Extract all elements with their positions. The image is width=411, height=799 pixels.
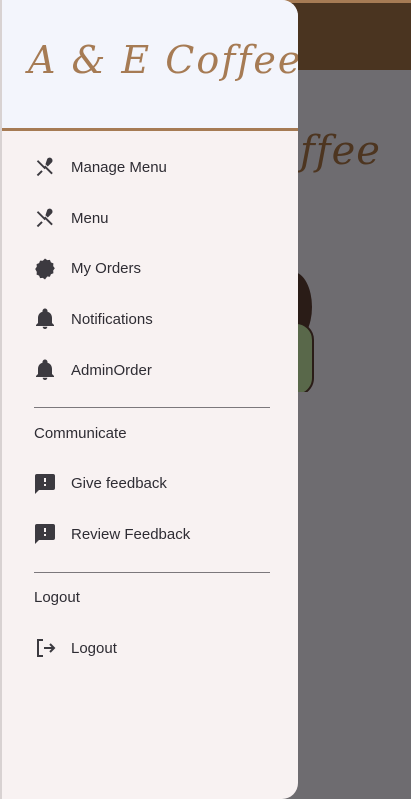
bell-icon <box>33 307 57 331</box>
logout-icon <box>33 636 57 660</box>
section-title-logout: Logout <box>34 589 80 607</box>
menu-item-logout[interactable]: Logout <box>2 623 298 674</box>
drawer-menu: Manage Menu Menu My Orders Notifications… <box>2 142 298 674</box>
menu-item-label: Menu <box>71 209 109 227</box>
menu-item-review-feedback[interactable]: Review Feedback <box>2 509 298 560</box>
menu-item-label: My Orders <box>71 260 142 278</box>
menu-item-label: Manage Menu <box>71 158 167 176</box>
menu-item-admin-order[interactable]: AdminOrder <box>2 345 298 396</box>
menu-item-label: AdminOrder <box>71 361 152 379</box>
brand-logo-text: A & E Coffee <box>28 38 298 82</box>
bell-icon <box>33 358 57 382</box>
menu-item-manage-menu[interactable]: Manage Menu <box>2 142 298 193</box>
menu-item-notifications[interactable]: Notifications <box>2 294 298 345</box>
badge-icon <box>33 257 57 281</box>
utensils-icon <box>33 155 57 179</box>
section-title-communicate: Communicate <box>34 424 127 442</box>
menu-item-label: Notifications <box>71 310 153 328</box>
menu-item-my-orders[interactable]: My Orders <box>2 243 298 294</box>
feedback-icon <box>33 472 57 496</box>
navigation-drawer: A & E Coffee Manage Menu Menu My Orders … <box>0 0 298 799</box>
menu-item-label: Logout <box>71 639 117 657</box>
menu-item-label: Give feedback <box>71 475 167 493</box>
menu-item-give-feedback[interactable]: Give feedback <box>2 458 298 509</box>
background-title: ffee <box>300 128 381 174</box>
utensils-icon <box>33 206 57 230</box>
menu-item-label: Review Feedback <box>71 525 191 543</box>
menu-item-menu[interactable]: Menu <box>2 193 298 244</box>
feedback-icon <box>33 522 57 546</box>
drawer-header: A & E Coffee <box>2 0 298 131</box>
